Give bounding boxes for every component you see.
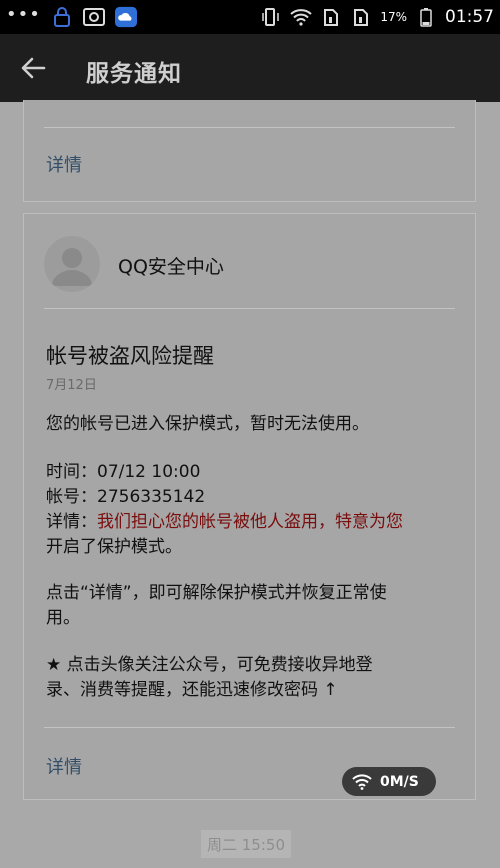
message-title: 帐号被盗风险提醒 bbox=[46, 344, 214, 368]
network-speed-badge[interactable]: 0M/S bbox=[342, 767, 436, 796]
instruction-text: 点击“详情”，即可解除保护模式并恢复正常使 bbox=[46, 583, 387, 603]
details-link[interactable]: 详情 bbox=[46, 753, 82, 779]
lock-icon bbox=[51, 6, 73, 28]
cloud-app-icon bbox=[114, 6, 137, 28]
battery-icon bbox=[415, 6, 437, 28]
sim1-signal-icon bbox=[320, 6, 342, 28]
notification-card: QQ安全中心 帐号被盗风险提醒 7月12日 您的帐号已进入保护模式，暂时无法使用… bbox=[23, 213, 476, 800]
divider bbox=[44, 308, 455, 309]
sim2-signal-icon bbox=[350, 6, 372, 28]
warning-text: 您的帐号已进入保护模式，暂时无法使用。 bbox=[46, 414, 369, 434]
battery-percent: 17% bbox=[380, 10, 407, 24]
detail-prefix: 详情： bbox=[46, 512, 97, 532]
sender-name[interactable]: QQ安全中心 bbox=[118, 252, 224, 279]
wifi-icon bbox=[352, 773, 372, 790]
account-label: 帐号： bbox=[46, 487, 97, 507]
network-speed-text: 0M/S bbox=[380, 773, 419, 790]
time-value: 07/12 10:00 bbox=[97, 462, 201, 482]
divider bbox=[44, 127, 455, 128]
instruction-text-cont: 用。 bbox=[46, 608, 80, 628]
sender-avatar[interactable] bbox=[44, 236, 100, 292]
status-bar: ••• 17% 01:57 bbox=[0, 0, 500, 34]
divider bbox=[44, 727, 455, 728]
status-time: 01:57 bbox=[445, 7, 494, 27]
timestamp-label: 周二 15:50 bbox=[201, 830, 291, 858]
user-silhouette-icon bbox=[52, 248, 92, 286]
title-bar: 服务通知 bbox=[0, 34, 500, 102]
back-button[interactable] bbox=[16, 52, 50, 84]
page-title: 服务通知 bbox=[86, 61, 182, 87]
message-date: 7月12日 bbox=[46, 378, 97, 393]
tip-text-cont: 录、消费等提醒，还能迅速修改密码 ↑ bbox=[46, 680, 338, 700]
tip-text: ★ 点击头像关注公众号，可免费接收异地登 bbox=[46, 655, 373, 675]
wifi-icon bbox=[290, 6, 312, 28]
time-row: 时间：07/12 10:00 bbox=[46, 460, 200, 485]
detail-text-cont: 开启了保护模式。 bbox=[46, 537, 182, 557]
back-arrow-icon bbox=[21, 57, 46, 79]
screenshot-icon bbox=[82, 6, 105, 28]
vibrate-icon bbox=[260, 6, 282, 28]
detail-text: 我们担心您的帐号被他人盗用，特意为您 bbox=[97, 512, 403, 532]
notification-card: 详情 bbox=[23, 100, 476, 202]
detail-row: 详情：我们担心您的帐号被他人盗用，特意为您 bbox=[46, 510, 403, 535]
account-row: 帐号：2756335142 bbox=[46, 485, 205, 510]
more-notifications-icon: ••• bbox=[6, 3, 41, 25]
account-value: 2756335142 bbox=[97, 487, 206, 507]
time-label: 时间： bbox=[46, 462, 97, 482]
details-link[interactable]: 详情 bbox=[46, 151, 82, 177]
